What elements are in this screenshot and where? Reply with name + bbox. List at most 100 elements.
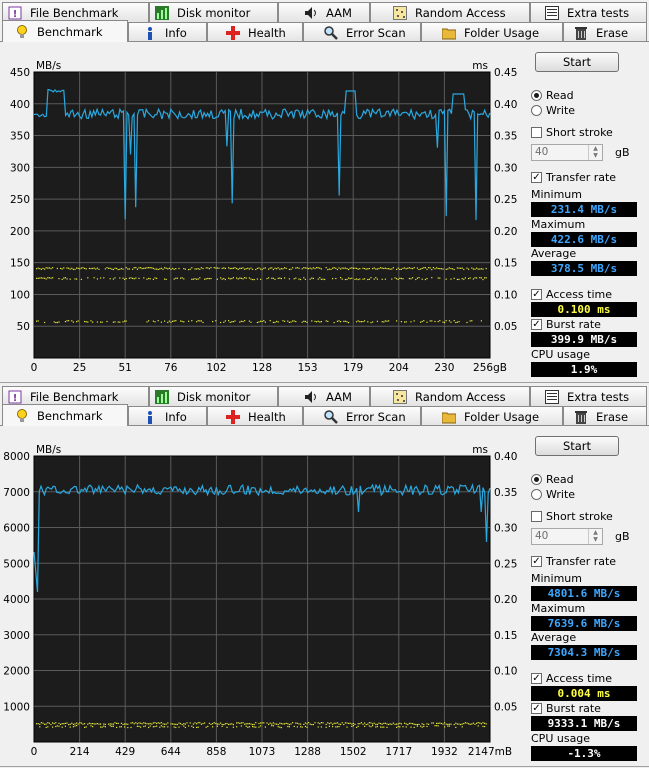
short-stroke-option[interactable]: Short stroke: [531, 126, 613, 139]
transfer-rate-checkbox[interactable]: ✓: [531, 172, 542, 183]
y-tick-label-left: 8000: [3, 451, 30, 463]
y-tick-label-left: 4000: [3, 594, 30, 606]
random-access-icon: [393, 5, 407, 20]
controls-panel: Start Read Write Short stroke 40 ▲ ▼ gB ✓ T…: [529, 44, 645, 380]
maximum-label: Maximum: [531, 602, 586, 615]
tab-erase[interactable]: Erase: [563, 406, 647, 426]
y-tick-label-right: 0.25: [494, 194, 517, 206]
lightbulb-icon: [15, 408, 29, 423]
start-button[interactable]: Start: [535, 436, 619, 456]
maximum-value: 422.6 MB/s: [531, 232, 637, 247]
short-stroke-checkbox[interactable]: [531, 511, 542, 522]
cpu-usage-value: 1.9%: [531, 362, 637, 377]
tab-disk-monitor[interactable]: Disk monitor: [149, 2, 278, 22]
write-option[interactable]: Write: [531, 104, 575, 117]
burst-rate-option[interactable]: ✓ Burst rate: [531, 318, 601, 331]
tab-random-access[interactable]: Random Access: [370, 2, 530, 22]
tab-random-access[interactable]: Random Access: [370, 386, 530, 406]
tab-folder-usage[interactable]: Folder Usage: [421, 406, 563, 426]
x-tick-label: 153: [298, 362, 318, 374]
tab-info[interactable]: Info: [128, 406, 207, 426]
y-tick-label-right: 0.05: [494, 321, 517, 333]
tab-aam[interactable]: AAM: [278, 2, 370, 22]
short-stroke-checkbox[interactable]: [531, 127, 542, 138]
tab-disk-monitor[interactable]: Disk monitor: [149, 386, 278, 406]
x-tick-label: 1502: [340, 746, 367, 758]
read-radio[interactable]: [531, 90, 542, 101]
trash-icon: [574, 26, 588, 40]
read-option[interactable]: Read: [531, 89, 574, 102]
transfer-rate-option[interactable]: ✓ Transfer rate: [531, 171, 616, 184]
y-tick-label-right: 0.30: [494, 523, 517, 535]
short-stroke-stepper[interactable]: 40 ▲ ▼: [531, 144, 603, 161]
average-value: 378.5 MB/s: [531, 261, 637, 276]
x-tick-label: 76: [164, 362, 178, 374]
transfer-rate-graph: 450 0.45400 0.40350 0.35300 0.30250 0.25200 0.…: [10, 60, 517, 374]
magnifier-icon: [324, 25, 338, 40]
tab-extra-tests[interactable]: Extra tests: [530, 2, 647, 22]
tab-health[interactable]: Health: [207, 406, 303, 426]
write-option[interactable]: Write: [531, 488, 575, 501]
cpu-usage-label: CPU usage: [531, 348, 591, 361]
tab-error-scan[interactable]: Error Scan: [303, 22, 421, 42]
burst-rate-option[interactable]: ✓ Burst rate: [531, 702, 601, 715]
transfer-rate-graph: 8000 0.40 7000 0.35 6000 0.30 5000 0.25 4000 0.20…: [3, 444, 517, 758]
health-cross-icon: [226, 409, 240, 424]
burst-rate-value: 399.9 MB/s: [531, 332, 637, 347]
extra-tests-icon: [545, 389, 559, 404]
tab-health[interactable]: Health: [207, 22, 303, 42]
tab-info[interactable]: Info: [128, 22, 207, 42]
stepper-arrows-icon[interactable]: ▲ ▼: [588, 145, 602, 160]
y-tick-label-right: 0.20: [494, 594, 517, 606]
benchmark-panel-top: ! File Benchmark Disk monitor AAM Random…: [0, 0, 649, 383]
tab-benchmark[interactable]: Benchmark: [2, 404, 128, 426]
access-time-checkbox[interactable]: ✓: [531, 289, 542, 300]
x-tick-label: 1288: [294, 746, 321, 758]
x-tick-label: 102: [206, 362, 226, 374]
svg-text:!: !: [13, 393, 18, 404]
start-button[interactable]: Start: [535, 52, 619, 72]
x-tick-label: 644: [161, 746, 181, 758]
write-radio[interactable]: [531, 105, 542, 116]
file-benchmark-icon: !: [8, 390, 22, 404]
y-tick-label-right: 0.15: [494, 258, 517, 270]
health-cross-icon: [226, 25, 240, 40]
transfer-rate-option[interactable]: ✓ Transfer rate: [531, 555, 616, 568]
speaker-icon: [304, 6, 318, 20]
stepper-arrows-icon[interactable]: ▲ ▼: [588, 529, 602, 544]
tab-extra-tests[interactable]: Extra tests: [530, 386, 647, 406]
x-tick-label: 429: [115, 746, 135, 758]
tab-error-scan[interactable]: Error Scan: [303, 406, 421, 426]
transfer-rate-checkbox[interactable]: ✓: [531, 556, 542, 567]
read-option[interactable]: Read: [531, 473, 574, 486]
controls-panel: Start Read Write Short stroke 40 ▲ ▼ gB ✓ T…: [529, 428, 645, 764]
tab-aam[interactable]: AAM: [278, 386, 370, 406]
short-stroke-stepper[interactable]: 40 ▲ ▼: [531, 528, 603, 545]
minimum-value: 231.4 MB/s: [531, 202, 637, 217]
write-radio[interactable]: [531, 489, 542, 500]
speaker-icon: [304, 390, 318, 404]
folder-icon: [442, 410, 456, 424]
access-time-option[interactable]: ✓ Access time: [531, 672, 612, 685]
x-tick-label: 128: [252, 362, 272, 374]
tab-file-benchmark[interactable]: ! File Benchmark: [2, 2, 149, 22]
tab-folder-usage[interactable]: Folder Usage: [421, 22, 563, 42]
x-tick-label: 179: [343, 362, 363, 374]
y-tick-label-right: 0.30: [494, 162, 517, 174]
burst-rate-checkbox[interactable]: ✓: [531, 319, 542, 330]
tab-benchmark[interactable]: Benchmark: [2, 20, 128, 42]
read-radio[interactable]: [531, 474, 542, 485]
y-tick-label-left: 1000: [3, 701, 30, 713]
random-access-icon: [393, 389, 407, 404]
folder-icon: [442, 26, 456, 40]
access-time-option[interactable]: ✓ Access time: [531, 288, 612, 301]
tab-file-benchmark[interactable]: ! File Benchmark: [2, 386, 149, 406]
minimum-value: 4801.6 MB/s: [531, 586, 637, 601]
y-tick-label-left: 5000: [3, 558, 30, 570]
y-tick-label-left: 50: [17, 321, 30, 333]
burst-rate-checkbox[interactable]: ✓: [531, 703, 542, 714]
access-time-checkbox[interactable]: ✓: [531, 673, 542, 684]
magnifier-icon: [324, 409, 338, 424]
short-stroke-option[interactable]: Short stroke: [531, 510, 613, 523]
tab-erase[interactable]: Erase: [563, 22, 647, 42]
